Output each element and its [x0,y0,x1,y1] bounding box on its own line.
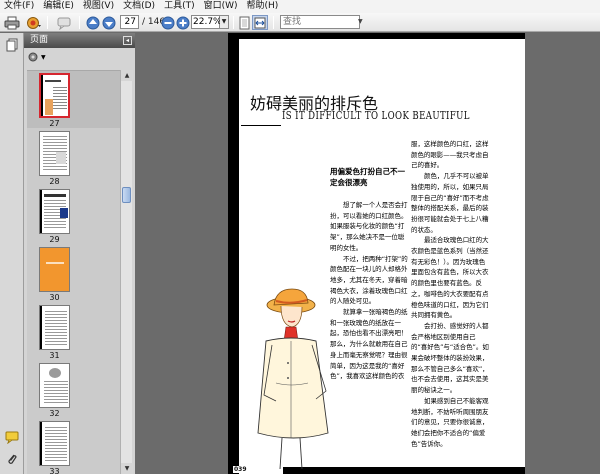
pages-panel-header: 页面 ◂ [24,33,135,48]
comment-bubble-icon [57,17,71,30]
search-input[interactable]: 查找 [280,15,360,29]
thumbnail-page [39,73,70,118]
fit-page-icon [239,16,250,29]
panel-options-button[interactable]: ▼ [27,50,46,64]
thumbnail-item[interactable]: 30 [27,245,120,302]
paragraph: 最适合玫瑰色口红的大衣颜色是蓝色系列（当然还有无彩色！）。因为玫瑰色里面包含有蓝… [411,236,489,320]
thumbnail-scrollbar[interactable]: ▲ ▼ [120,70,133,474]
printer-icon [4,16,20,29]
title-rule [241,125,281,126]
paragraph: 会打扮、感觉好的人都会严格地区别使用自己的“喜好色”与“适合色”。如果会破坏整体… [411,321,489,395]
thumbnail-label: 28 [49,177,60,186]
fit-width-button[interactable] [252,15,268,30]
scroll-thumb[interactable] [122,187,131,203]
thumbnail-label: 32 [49,409,60,418]
thumbnail-item[interactable]: 29 [27,187,120,244]
options-dropdown-arrow: ▼ [41,53,46,61]
section-heading: 用偏爱色打扮自己不一定会很漂亮 [330,167,405,187]
share-button[interactable] [26,15,42,30]
thumbnail-item[interactable]: 28 [27,129,120,186]
thumbnail-label: 29 [49,235,60,244]
pages-icon [6,38,18,52]
menu-view[interactable]: 视图(V) [79,0,119,13]
share-globe-icon [27,16,41,29]
comments-nav-button[interactable] [5,430,19,444]
scroll-up-button[interactable]: ▲ [121,70,133,81]
thumbnail-page [39,305,70,350]
thumbnail-item[interactable]: 31 [27,303,120,360]
fit-page-button[interactable] [236,15,252,30]
zoom-dropdown-button[interactable]: ▼ [220,15,229,29]
page-number-input[interactable]: 27 [120,15,139,29]
collapse-panel-button[interactable]: ◂ [123,36,132,45]
search-dropdown-button[interactable]: ▼ [358,18,363,25]
menu-document[interactable]: 文档(D) [119,0,160,13]
menu-bar: 文件(F) 编辑(E) 视图(V) 文档(D) 工具(T) 窗口(W) 帮助(H… [0,0,600,13]
print-button[interactable] [4,15,20,30]
pages-panel: 页面 ◂ ▼ 27 28 29 30 31 32 33 ▲ ▼ [24,33,135,474]
fashion-illustration [257,288,329,470]
zoom-level-input[interactable]: 22.7% [191,15,222,29]
comment-button[interactable] [56,15,72,30]
thumbnail-item[interactable]: 32 [27,361,120,418]
arrow-up-icon [86,16,100,29]
pages-panel-title: 页面 [30,35,49,45]
toolbar: 27 / 146 22.7% ▼ 查找 ▼ [0,13,600,32]
paragraph: 颜色，几乎不可以被单独使用的，所以，如果只局限于自己的“喜好”而不考虑整体的搭配… [411,172,489,234]
zoom-out-button[interactable] [160,15,176,30]
document-page: 妨碍美丽的排斥色 IS IT DIFFICULT TO LOOK BEAUTIF… [228,33,525,474]
thumbnail-label: 30 [49,293,60,302]
zoom-in-icon [176,16,190,29]
thumbnail-page [39,247,70,292]
fit-width-icon [254,17,266,28]
zoom-in-button[interactable] [175,15,191,30]
thumbnail-label: 33 [49,467,60,474]
comment-yellow-icon [5,431,19,444]
thumbnail-page [39,363,70,408]
thumbnail-item[interactable]: 33 [27,419,120,474]
article-subtitle-en: IS IT DIFFICULT TO LOOK BEAUTIFUL [282,109,470,122]
arrow-down-icon [102,16,116,29]
attachments-nav-button[interactable] [5,452,19,466]
page-number: 039 [233,466,248,473]
menu-tools[interactable]: 工具(T) [160,0,200,13]
thumbnail-label: 27 [49,119,60,128]
thumbnail-page [39,131,70,176]
menu-window[interactable]: 窗口(W) [200,0,243,13]
pages-nav-button[interactable] [4,37,20,53]
options-gear-icon [28,52,38,62]
text-column-right: 服，这样颜色的口红，这样颜色的眼影——我只考虑自己的喜好。 颜色，几乎不可以被单… [411,139,489,449]
menu-file[interactable]: 文件(F) [3,0,39,13]
next-page-button[interactable] [101,15,117,30]
thumbnail-item[interactable]: 27 [27,71,120,128]
navigation-strip [0,33,24,474]
menu-help[interactable]: 帮助(H) [243,0,284,13]
paragraph: 如果感到自己不能客观地判断，不妨听听周围朋友们的意见，只要你很诚意，她们会把你不… [411,396,489,448]
scroll-down-button[interactable]: ▼ [121,463,133,474]
menu-edit[interactable]: 编辑(E) [39,0,79,13]
zoom-out-icon [161,16,175,29]
page-top-edge [228,33,525,39]
paragraph: 服，这样颜色的口红，这样颜色的眼影——我只考虑自己的喜好。 [411,140,489,170]
paragraph: 想了解一个人是否会打扮，可以看她的口红颜色。如果服装与化妆的颜色“打架”，那么她… [330,201,408,252]
previous-page-button[interactable] [85,15,101,30]
thumbnail-page [39,421,70,466]
thumbnail-label: 31 [49,351,60,360]
thumbnail-page [39,189,70,234]
paperclip-icon [8,454,17,464]
thumbnail-list: 27 28 29 30 31 32 33 [27,70,120,474]
